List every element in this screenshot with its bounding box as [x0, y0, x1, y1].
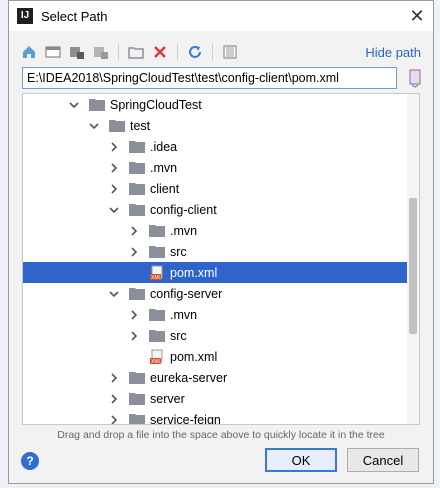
tree-folder-row[interactable]: src	[23, 325, 408, 346]
scrollbar-thumb[interactable]	[409, 198, 417, 334]
xml-file-icon: XML	[149, 349, 165, 365]
tree-file-row[interactable]: XML pom.xml	[23, 262, 408, 283]
file-tree[interactable]: SpringCloudTest test .idea .mvn client config…	[22, 93, 420, 425]
folder-icon	[149, 308, 165, 321]
toolbar	[19, 41, 240, 63]
tree-folder-row[interactable]: server	[23, 388, 408, 409]
tree-item-label: .idea	[150, 139, 178, 154]
tree-folder-row[interactable]: .mvn	[23, 304, 408, 325]
tree-item-label: pom.xml	[170, 265, 218, 280]
tree-item-label: test	[130, 118, 151, 133]
module-icon[interactable]	[91, 42, 111, 62]
xml-file-icon: XML	[149, 265, 165, 281]
folder-icon	[129, 182, 145, 195]
tree-folder-row[interactable]: src	[23, 241, 408, 262]
chevron-down-icon[interactable]	[69, 100, 79, 110]
chevron-right-icon[interactable]	[109, 162, 119, 173]
chevron-right-icon[interactable]	[109, 414, 119, 424]
tree-folder-row[interactable]: SpringCloudTest	[23, 94, 408, 115]
tree-folder-row[interactable]: eureka-server	[23, 367, 408, 388]
tree-folder-row[interactable]: .mvn	[23, 220, 408, 241]
ok-button[interactable]: OK	[265, 448, 337, 472]
show-hidden-icon[interactable]	[220, 42, 240, 62]
chevron-right-icon[interactable]	[129, 246, 139, 257]
path-input[interactable]	[22, 67, 397, 89]
tree-item-label: eureka-server	[150, 370, 228, 385]
tree-item-label: SpringCloudTest	[110, 97, 202, 112]
chevron-right-icon[interactable]	[109, 183, 119, 194]
toolbar-separator	[118, 43, 119, 61]
tree-item-label: .mvn	[150, 160, 178, 175]
tree-file-row[interactable]: XML pom.xml	[23, 346, 408, 367]
folder-icon	[129, 203, 145, 216]
chevron-down-icon[interactable]	[89, 121, 99, 131]
tree-folder-row[interactable]: config-server	[23, 283, 408, 304]
toolbar-separator	[212, 43, 213, 61]
vertical-scrollbar[interactable]	[407, 94, 419, 424]
tree-item-label: .mvn	[170, 223, 198, 238]
chevron-right-icon[interactable]	[109, 141, 119, 152]
chevron-down-icon[interactable]	[109, 289, 119, 299]
select-path-dialog: IJ Select Path ✕ Hide path E:\IDEA2018\S…	[8, 0, 434, 484]
drag-drop-hint: Drag and drop a file into the space abov…	[57, 429, 385, 441]
tree-folder-row[interactable]: .idea	[23, 136, 408, 157]
folder-icon	[89, 98, 105, 111]
tree-folder-row[interactable]: config-client	[23, 199, 408, 220]
delete-icon[interactable]	[150, 42, 170, 62]
desktop-icon[interactable]	[43, 42, 63, 62]
folder-icon	[129, 287, 145, 300]
intellij-app-icon: IJ	[17, 8, 33, 24]
title-bar: IJ Select Path ✕	[9, 1, 433, 31]
folder-icon	[129, 413, 145, 424]
chevron-right-icon[interactable]	[109, 393, 119, 404]
tree-folder-row[interactable]: service-feign	[23, 409, 408, 425]
tree-item-label: .mvn	[170, 307, 198, 322]
chevron-down-icon[interactable]	[109, 205, 119, 215]
folder-icon	[109, 119, 125, 132]
chevron-right-icon[interactable]	[109, 372, 119, 383]
help-icon[interactable]: ?	[21, 452, 39, 470]
project-icon[interactable]	[67, 42, 87, 62]
path-history-icon[interactable]	[407, 68, 423, 88]
tree-item-label: client	[150, 181, 180, 196]
new-folder-icon[interactable]	[126, 42, 146, 62]
folder-icon	[129, 371, 145, 384]
tree-item-label: server	[150, 391, 185, 406]
folder-icon	[129, 161, 145, 174]
tree-item-label: src	[170, 328, 187, 343]
tree-item-label: config-server	[150, 286, 223, 301]
folder-icon	[149, 329, 165, 342]
cancel-button[interactable]: Cancel	[347, 448, 419, 472]
toolbar-separator	[177, 43, 178, 61]
hide-path-link[interactable]: Hide path	[365, 45, 421, 60]
folder-icon	[149, 224, 165, 237]
path-row	[22, 67, 425, 89]
tree-item-label: config-client	[150, 202, 217, 217]
tree-folder-row[interactable]: test	[23, 115, 408, 136]
svg-text:XML: XML	[151, 359, 162, 365]
dialog-title: Select Path	[41, 8, 108, 24]
folder-icon	[129, 392, 145, 405]
chevron-right-icon[interactable]	[129, 225, 139, 236]
tree-folder-row[interactable]: client	[23, 178, 408, 199]
close-icon[interactable]: ✕	[407, 6, 427, 26]
svg-text:XML: XML	[151, 275, 162, 281]
chevron-right-icon[interactable]	[129, 309, 139, 320]
tree-folder-row[interactable]: .mvn	[23, 157, 408, 178]
home-icon[interactable]	[19, 42, 39, 62]
tree-item-label: pom.xml	[170, 349, 218, 364]
folder-icon	[149, 245, 165, 258]
chevron-right-icon[interactable]	[129, 330, 139, 341]
folder-icon	[129, 140, 145, 153]
refresh-icon[interactable]	[185, 42, 205, 62]
tree-item-label: service-feign	[150, 412, 221, 425]
tree-item-label: src	[170, 244, 187, 259]
